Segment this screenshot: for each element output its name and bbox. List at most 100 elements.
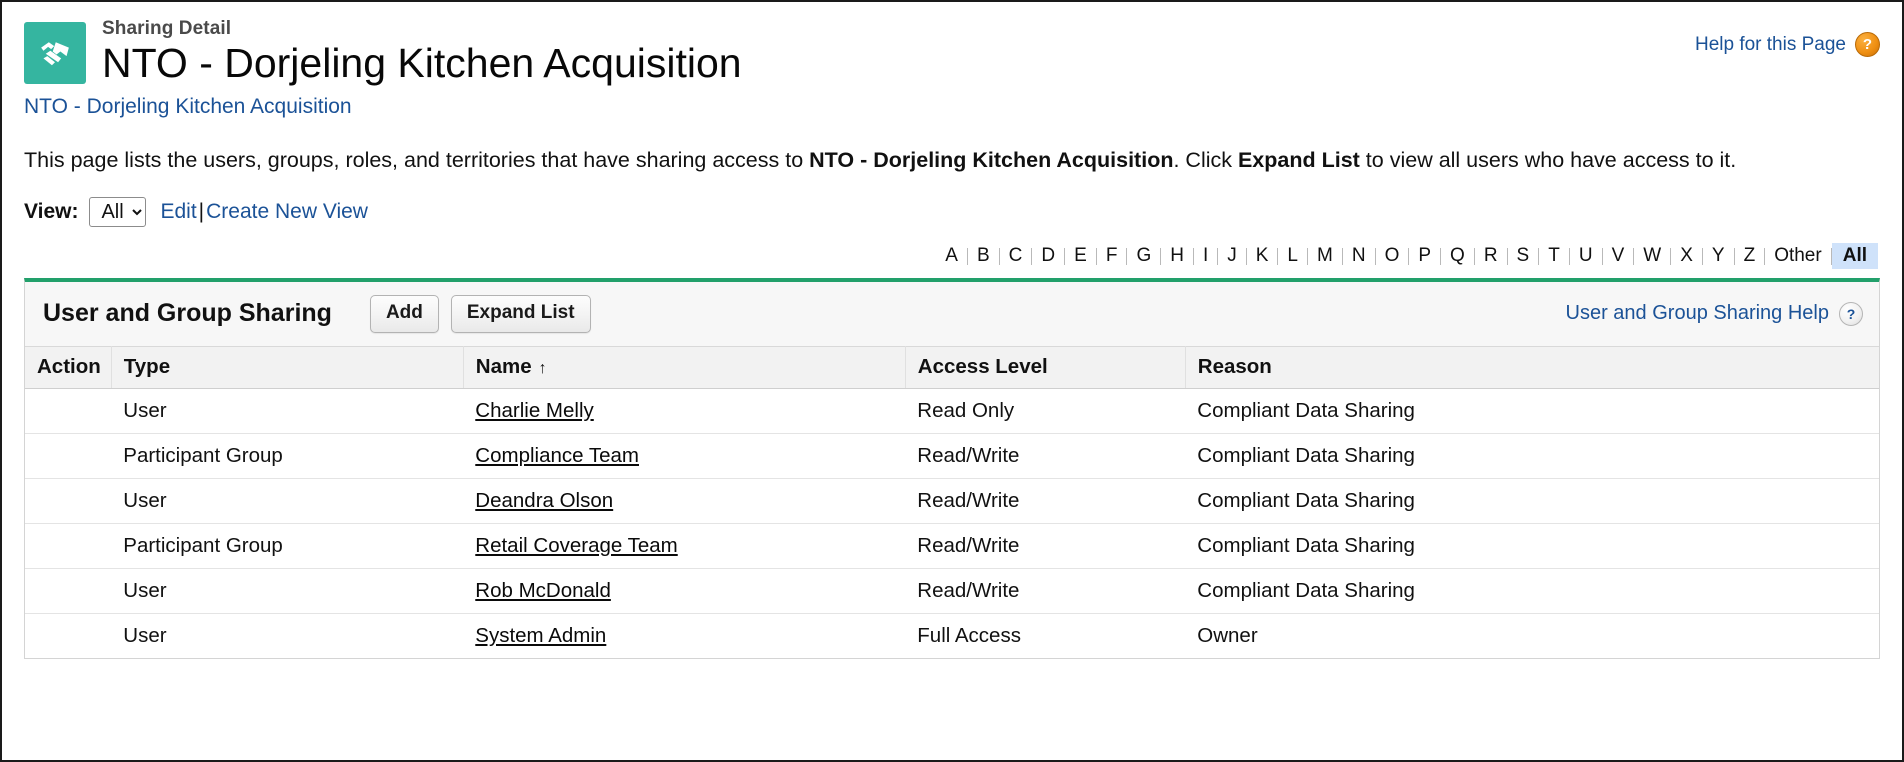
alphabet-filter-w[interactable]: W: [1634, 243, 1670, 269]
cell-name: Retail Coverage Team: [463, 523, 906, 569]
alphabet-filter-y[interactable]: Y: [1703, 243, 1734, 269]
help-question-icon: ?: [1855, 32, 1880, 57]
view-controls: View: All Edit|Create New View: [24, 197, 1880, 228]
column-header-type[interactable]: Type: [111, 345, 464, 389]
sharing-table-body: User Charlie Melly Read Only Compliant Data…: [25, 388, 1879, 658]
table-row: User Rob McDonald Read/Write Compliant Data…: [25, 568, 1879, 614]
view-select[interactable]: All: [89, 197, 147, 228]
alphabet-filter-a[interactable]: A: [936, 243, 967, 269]
help-for-this-page-link[interactable]: Help for this Page ?: [1695, 32, 1880, 57]
alphabet-filter-t[interactable]: T: [1539, 243, 1569, 269]
name-link[interactable]: Retail Coverage Team: [475, 534, 677, 557]
cell-type: Participant Group: [111, 523, 464, 569]
alphabet-filter-f[interactable]: F: [1097, 243, 1127, 269]
alphabet-filter-z[interactable]: Z: [1735, 243, 1765, 269]
alphabet-filter-i[interactable]: I: [1194, 243, 1217, 269]
cell-type: User: [111, 388, 464, 434]
user-and-group-sharing-help-link[interactable]: User and Group Sharing Help ?: [1566, 301, 1863, 326]
table-row: User Charlie Melly Read Only Compliant Data…: [25, 388, 1879, 434]
name-link[interactable]: Rob McDonald: [475, 579, 611, 602]
alphabet-filter-m[interactable]: M: [1308, 243, 1342, 269]
alphabet-filter-o[interactable]: O: [1376, 243, 1409, 269]
cell-type: User: [111, 613, 464, 658]
cell-type: Participant Group: [111, 433, 464, 479]
alphabet-filter-j[interactable]: J: [1218, 243, 1246, 269]
cell-action: [25, 388, 112, 434]
panel-buttons: Add Expand List: [369, 295, 591, 333]
alphabet-filter-k[interactable]: K: [1247, 243, 1278, 269]
cell-access-level: Read Only: [905, 388, 1186, 434]
alphabet-filter-x[interactable]: X: [1671, 243, 1702, 269]
cell-reason: Compliant Data Sharing: [1185, 478, 1879, 524]
sharing-table: Action Type Name ↑ Access Level Reason Us…: [25, 345, 1879, 658]
cell-action: [25, 523, 112, 569]
sharing-detail-page: Sharing Detail NTO - Dorjeling Kitchen A…: [0, 0, 1904, 762]
page-eyebrow: Sharing Detail: [102, 18, 232, 39]
cell-reason: Compliant Data Sharing: [1185, 568, 1879, 614]
table-row: Participant Group Compliance Team Read/Wri…: [25, 433, 1879, 479]
cell-access-level: Read/Write: [905, 568, 1186, 614]
alphabet-filter-l[interactable]: L: [1278, 243, 1307, 269]
alphabet-filter-other[interactable]: Other: [1765, 243, 1831, 269]
panel-header: User and Group Sharing Add Expand List U…: [25, 282, 1879, 346]
panel-title: User and Group Sharing: [43, 299, 332, 328]
column-header-name-label: Name: [475, 354, 532, 378]
description-part-3: to view all users who have access to it.: [1359, 147, 1737, 172]
alphabet-filter-g[interactable]: G: [1127, 243, 1160, 269]
page-title: NTO - Dorjeling Kitchen Acquisition: [102, 39, 742, 86]
cell-access-level: Read/Write: [905, 523, 1186, 569]
alphabet-filter-q[interactable]: Q: [1441, 243, 1474, 269]
column-header-access-level[interactable]: Access Level: [905, 345, 1186, 389]
alphabet-filter-n[interactable]: N: [1343, 243, 1375, 269]
column-header-reason[interactable]: Reason: [1185, 345, 1879, 389]
column-header-action[interactable]: Action: [25, 345, 112, 389]
description-part-1: This page lists the users, groups, roles…: [24, 147, 810, 172]
handshake-icon: [24, 22, 86, 84]
view-links: Edit|Create New View: [160, 200, 368, 224]
alphabet-filter-r[interactable]: R: [1475, 243, 1507, 269]
cell-type: User: [111, 478, 464, 524]
page-description: This page lists the users, groups, roles…: [24, 145, 1824, 176]
table-row: User System Admin Full Access Owner: [25, 613, 1879, 658]
cell-action: [25, 433, 112, 479]
cell-name: Charlie Melly: [463, 388, 906, 434]
alphabet-filter-b[interactable]: B: [968, 243, 999, 269]
alphabet-filter-d[interactable]: D: [1032, 243, 1064, 269]
view-label: View:: [24, 200, 79, 224]
table-row: User Deandra Olson Read/Write Compliant Dat…: [25, 478, 1879, 524]
name-link[interactable]: Compliance Team: [475, 444, 639, 467]
alphabet-filter-p[interactable]: P: [1409, 243, 1440, 269]
alphabet-filter-e[interactable]: E: [1065, 243, 1096, 269]
panel-help-question-icon: ?: [1839, 301, 1863, 326]
user-and-group-sharing-panel: User and Group Sharing Add Expand List U…: [24, 278, 1880, 659]
page-header: Sharing Detail NTO - Dorjeling Kitchen A…: [24, 18, 1880, 87]
expand-list-button[interactable]: Expand List: [450, 295, 591, 333]
name-link[interactable]: System Admin: [475, 624, 606, 647]
cell-name: System Admin: [463, 613, 906, 658]
cell-reason: Compliant Data Sharing: [1185, 388, 1879, 434]
alphabet-filter-all[interactable]: All: [1831, 243, 1878, 270]
add-button[interactable]: Add: [369, 295, 439, 333]
alphabet-filter-v[interactable]: V: [1603, 243, 1634, 269]
edit-view-link[interactable]: Edit: [160, 200, 196, 223]
name-link[interactable]: Charlie Melly: [475, 399, 593, 422]
cell-access-level: Full Access: [905, 613, 1186, 658]
description-action-name: Expand List: [1237, 147, 1360, 172]
cell-reason: Compliant Data Sharing: [1185, 433, 1879, 479]
alphabet-filter-h[interactable]: H: [1161, 243, 1193, 269]
cell-name: Deandra Olson: [463, 478, 906, 524]
breadcrumb[interactable]: NTO - Dorjeling Kitchen Acquisition: [24, 95, 352, 119]
alphabet-filter-c[interactable]: C: [1000, 243, 1032, 269]
table-row: Participant Group Retail Coverage Team Rea…: [25, 523, 1879, 569]
cell-access-level: Read/Write: [905, 478, 1186, 524]
alphabet-filter-u[interactable]: U: [1570, 243, 1602, 269]
column-header-name[interactable]: Name ↑: [463, 345, 906, 389]
alphabet-filter-s[interactable]: S: [1508, 243, 1539, 269]
alphabet-filter: A B C D E F G H I J K L M N O P Q R S T U V W X Y Z Other All: [24, 243, 1880, 270]
cell-reason: Compliant Data Sharing: [1185, 523, 1879, 569]
cell-action: [25, 613, 112, 658]
cell-action: [25, 478, 112, 524]
name-link[interactable]: Deandra Olson: [475, 489, 613, 512]
create-new-view-link[interactable]: Create New View: [206, 200, 368, 223]
cell-name: Rob McDonald: [463, 568, 906, 614]
